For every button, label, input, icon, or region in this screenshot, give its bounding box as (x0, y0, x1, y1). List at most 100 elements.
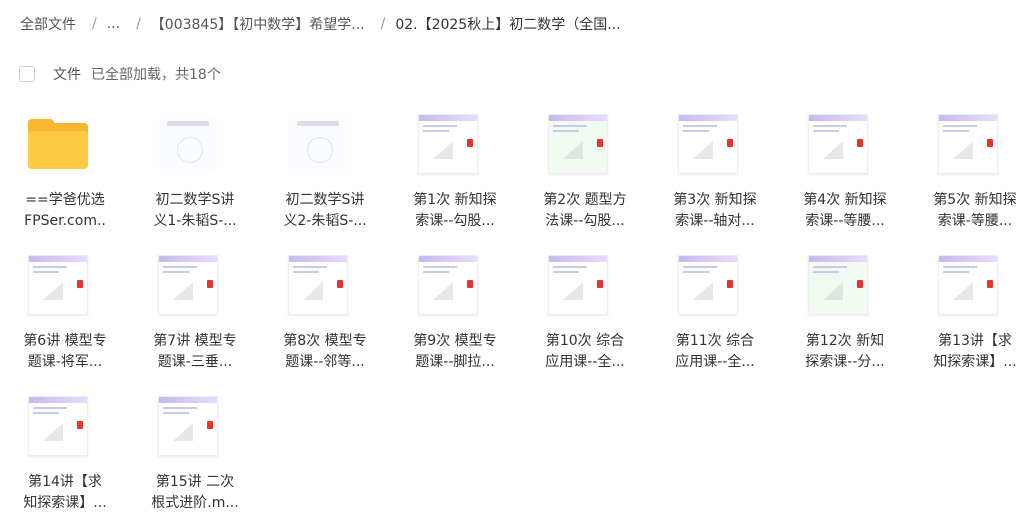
file-name[interactable]: 第12次 新知 探索课--分... (790, 331, 900, 373)
file-item[interactable]: 第5次 新知探 索课-等腰... (910, 106, 1024, 247)
file-name-line1: 第14讲【求 (28, 474, 102, 490)
file-name-line2: 索课--轴对... (675, 213, 755, 229)
file-column-label: 文件 (53, 67, 81, 83)
breadcrumb-parent[interactable]: 【003845】【初中数学】希望学... (151, 14, 365, 34)
file-name-line1: 第11次 综合 (675, 333, 755, 349)
file-name-line2: 题课--脚拉... (415, 354, 495, 370)
file-name-line1: 第7讲 模型专 (153, 333, 237, 349)
file-name-line2: FPSer.com.. (24, 213, 106, 229)
file-name[interactable]: 第3次 新知探 索课--轴对... (660, 190, 770, 232)
file-name-line1: 第4次 新知探 (803, 192, 887, 208)
file-item[interactable]: 第11次 综合 应用课--全... (650, 247, 780, 388)
file-name-line2: 题课--邻等... (285, 354, 365, 370)
file-item[interactable]: 初二数学S讲 义1-朱韬S-... (130, 106, 260, 247)
file-item[interactable]: 第10次 综合 应用课--全... (520, 247, 650, 388)
file-name[interactable]: 第2次 题型方 法课--勾股... (530, 190, 640, 232)
file-name-line2: 知探索课】... (933, 354, 1017, 370)
file-name-line2: 探索课--分... (805, 354, 885, 370)
file-name-line2: 义1-朱韬S-... (153, 213, 237, 229)
file-name-line2: 应用课--全... (675, 354, 755, 370)
file-name[interactable]: 第1次 新知探 索课--勾股... (400, 190, 510, 232)
file-thumbnail (418, 255, 478, 315)
file-name-line2: 索课-等腰... (937, 213, 1013, 229)
file-name-line1: 初二数学S讲 (155, 192, 235, 208)
file-name[interactable]: 第9次 模型专 题课--脚拉... (400, 331, 510, 373)
breadcrumb: 全部文件 / ... / 【003845】【初中数学】希望学... / 02.【… (20, 12, 621, 36)
file-thumbnail (678, 255, 738, 315)
file-name-line1: 初二数学S讲 (285, 192, 365, 208)
file-thumbnail (158, 114, 218, 174)
file-name-line2: 义2-朱韬S-... (283, 213, 367, 229)
folder-item[interactable]: ==学爸优选 FPSer.com.. (0, 106, 130, 247)
file-name[interactable]: 第8次 模型专 题课--邻等... (270, 331, 380, 373)
file-name-line1: 第15讲 二次 (155, 474, 235, 490)
file-thumbnail (548, 114, 608, 174)
file-thumbnail (288, 255, 348, 315)
file-name-line1: 第6讲 模型专 (23, 333, 107, 349)
file-name-line1: 第10次 综合 (545, 333, 625, 349)
file-name-line1: 第1次 新知探 (413, 192, 497, 208)
file-name-line2: 知探索课】... (23, 495, 107, 511)
file-name-line2: 索课--勾股... (415, 213, 495, 229)
file-name[interactable]: 第13讲【求 知探索课】... (920, 331, 1024, 373)
file-thumbnail (938, 255, 998, 315)
file-name[interactable]: 第15讲 二次 根式进阶.m... (140, 472, 250, 514)
file-item[interactable]: 第3次 新知探 索课--轴对... (650, 106, 780, 247)
file-name[interactable]: 第4次 新知探 索课--等腰... (790, 190, 900, 232)
select-all-checkbox[interactable] (19, 66, 35, 82)
file-item[interactable]: 第6讲 模型专 题课-将军... (0, 247, 130, 388)
file-item[interactable]: 第8次 模型专 题课--邻等... (260, 247, 390, 388)
file-item[interactable]: 第9次 模型专 题课--脚拉... (390, 247, 520, 388)
file-item[interactable]: 初二数学S讲 义2-朱韬S-... (260, 106, 390, 247)
file-item[interactable]: 第13讲【求 知探索课】... (910, 247, 1024, 388)
file-name[interactable]: 第6讲 模型专 题课-将军... (10, 331, 120, 373)
file-name[interactable]: 第10次 综合 应用课--全... (530, 331, 640, 373)
file-grid: ==学爸优选 FPSer.com.. 初二数学S讲 义1-朱韬S-... 初二数学S讲义… (0, 106, 1024, 529)
file-name-line1: 第12次 新知 (805, 333, 885, 349)
file-name-line1: 第8次 模型专 (283, 333, 367, 349)
file-thumbnail (288, 114, 348, 174)
file-name-line2: 题课-三垂... (157, 354, 233, 370)
breadcrumb-separator: / (136, 16, 141, 32)
file-name-line1: ==学爸优选 (25, 192, 105, 208)
file-name[interactable]: 第14讲【求 知探索课】... (10, 472, 120, 514)
file-name-line1: 第2次 题型方 (543, 192, 627, 208)
file-item[interactable]: 第7讲 模型专 题课-三垂... (130, 247, 260, 388)
file-name-line2: 法课--勾股... (545, 213, 625, 229)
file-name-line1: 第5次 新知探 (933, 192, 1017, 208)
file-thumbnail (548, 255, 608, 315)
file-thumbnail (808, 255, 868, 315)
file-name-line2: 题课-将军... (27, 354, 103, 370)
file-item[interactable]: 第15讲 二次 根式进阶.m... (130, 388, 260, 529)
file-item[interactable]: 第14讲【求 知探索课】... (0, 388, 130, 529)
file-item[interactable]: 第2次 题型方 法课--勾股... (520, 106, 650, 247)
file-item[interactable]: 第1次 新知探 索课--勾股... (390, 106, 520, 247)
file-thumbnail (418, 114, 478, 174)
file-name[interactable]: 初二数学S讲 义2-朱韬S-... (270, 190, 380, 232)
breadcrumb-root[interactable]: 全部文件 (20, 14, 76, 34)
file-name[interactable]: ==学爸优选 FPSer.com.. (10, 190, 120, 232)
file-name[interactable]: 第5次 新知探 索课-等腰... (920, 190, 1024, 232)
breadcrumb-ellipsis[interactable]: ... (107, 16, 120, 32)
breadcrumb-separator: / (380, 16, 386, 32)
file-item[interactable]: 第12次 新知 探索课--分... (780, 247, 910, 388)
file-thumbnail (28, 396, 88, 456)
file-name[interactable]: 第7讲 模型专 题课-三垂... (140, 331, 250, 373)
file-thumbnail (28, 255, 88, 315)
file-name[interactable]: 初二数学S讲 义1-朱韬S-... (140, 190, 250, 232)
file-name-line2: 应用课--全... (545, 354, 625, 370)
file-name-line1: 第3次 新知探 (673, 192, 757, 208)
file-name-line1: 第9次 模型专 (413, 333, 497, 349)
file-name-line2: 根式进阶.m... (151, 495, 239, 511)
file-thumbnail (158, 255, 218, 315)
file-list-toolbar: 文件 已全部加载，共18个 (19, 63, 221, 85)
file-name-line1: 第13讲【求 (938, 333, 1012, 349)
file-item[interactable]: 第4次 新知探 索课--等腰... (780, 106, 910, 247)
breadcrumb-separator: / (92, 16, 97, 32)
file-thumbnail (808, 114, 868, 174)
file-thumbnail (158, 396, 218, 456)
breadcrumb-current: 02.【2025秋上】初二数学（全国... (395, 17, 621, 33)
file-thumbnail (678, 114, 738, 174)
file-name[interactable]: 第11次 综合 应用课--全... (660, 331, 770, 373)
folder-icon (28, 114, 88, 174)
